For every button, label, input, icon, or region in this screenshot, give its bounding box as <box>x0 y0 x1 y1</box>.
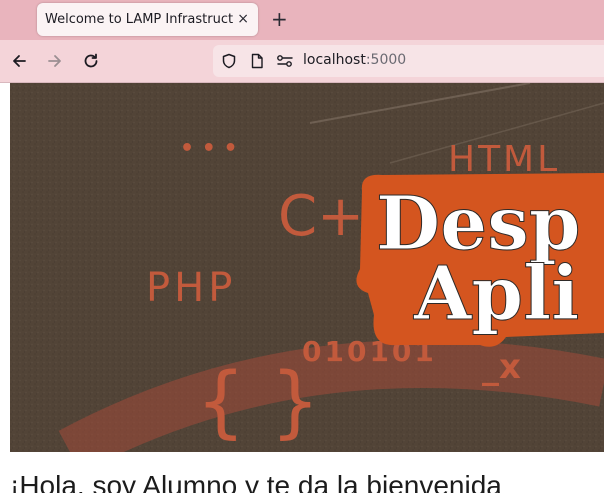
hero-banner: • • • C+ PHP HTML 010101 { } _x Desp Apl… <box>10 83 604 452</box>
new-tab-button[interactable]: + <box>271 8 288 30</box>
url-host: localhost <box>303 52 366 68</box>
hero-title-line2: Apli <box>413 251 579 337</box>
forward-button[interactable] <box>44 50 66 72</box>
url-port: :5000 <box>365 52 407 68</box>
arrow-left-icon <box>13 55 26 67</box>
arrow-right-icon <box>48 55 61 67</box>
title-badge: Desp Apli <box>356 173 604 347</box>
greeting-heading: ¡Hola, soy Alumno y te da la bienvenida <box>10 470 502 493</box>
doodle-php: PHP <box>146 265 236 311</box>
url-bar[interactable]: localhost:5000 <box>213 45 604 77</box>
doodle-cursor: _x <box>482 347 521 387</box>
doodle-braces: { } <box>196 357 320 447</box>
hero-artwork: • • • C+ PHP HTML 010101 { } _x Desp Apl… <box>10 83 604 452</box>
page-content: • • • C+ PHP HTML 010101 { } _x Desp Apl… <box>0 83 604 493</box>
url-text[interactable]: localhost:5000 <box>303 52 406 68</box>
permissions-icon[interactable] <box>276 53 294 69</box>
active-tab[interactable]: Welcome to LAMP Infrastructure × <box>37 3 258 36</box>
doodle-c-plus: C+ <box>278 184 364 249</box>
back-button[interactable] <box>8 50 30 72</box>
close-tab-icon[interactable]: × <box>237 10 249 28</box>
tab-bar: Welcome to LAMP Infrastructure × + <box>0 0 604 40</box>
shield-icon[interactable] <box>221 53 237 69</box>
reload-icon <box>84 53 98 68</box>
page-icon[interactable] <box>249 53 265 69</box>
navigation-bar: localhost:5000 <box>0 40 604 83</box>
tab-title: Welcome to LAMP Infrastructure <box>45 12 233 27</box>
reload-button[interactable] <box>80 50 102 72</box>
doodle-dots: • • • <box>180 136 238 161</box>
